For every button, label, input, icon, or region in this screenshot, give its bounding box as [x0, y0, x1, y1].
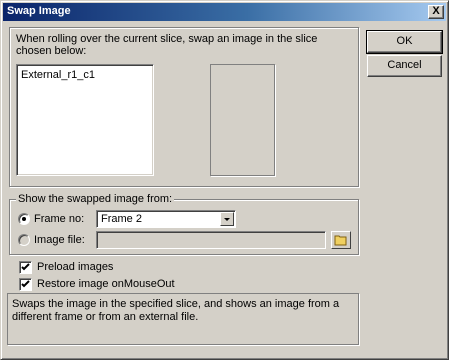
close-icon: X	[432, 5, 440, 17]
frame-select-value: Frame 2	[101, 213, 142, 225]
image-file-radio-label[interactable]: Image file:	[34, 234, 85, 246]
restore-label[interactable]: Restore image onMouseOut	[37, 278, 175, 290]
frame-radio[interactable]	[18, 213, 30, 225]
slice-group: When rolling over the current slice, swa…	[9, 27, 359, 187]
image-file-radio[interactable]	[18, 234, 30, 246]
source-group: Show the swapped image from: Frame no: F…	[9, 193, 359, 255]
folder-icon	[334, 235, 347, 246]
close-button[interactable]: X	[428, 5, 444, 19]
swap-image-dialog: Swap Image X When rolling over the curre…	[0, 0, 449, 360]
frame-select[interactable]: Frame 2	[96, 210, 236, 228]
dialog-title: Swap Image	[7, 5, 71, 17]
check-icon	[21, 280, 30, 288]
cancel-button[interactable]: Cancel	[367, 55, 442, 77]
image-preview	[210, 64, 275, 176]
slice-list[interactable]: External_r1_c1	[16, 64, 154, 176]
frame-radio-label[interactable]: Frame no:	[34, 213, 84, 225]
preload-label[interactable]: Preload images	[37, 261, 113, 273]
description-panel: Swaps the image in the specified slice, …	[7, 293, 359, 345]
description-text: Swaps the image in the specified slice, …	[12, 298, 340, 323]
restore-checkbox[interactable]	[19, 278, 32, 291]
slice-instruction: When rolling over the current slice, swa…	[16, 33, 318, 57]
chevron-down-icon[interactable]	[220, 212, 234, 226]
browse-button[interactable]	[331, 231, 351, 249]
title-bar[interactable]: Swap Image X	[3, 3, 446, 21]
check-icon	[21, 263, 30, 271]
preload-checkbox[interactable]	[19, 261, 32, 274]
list-item[interactable]: External_r1_c1	[21, 69, 95, 81]
source-group-legend: Show the swapped image from:	[16, 193, 175, 205]
image-file-input[interactable]	[96, 231, 326, 249]
ok-button[interactable]: OK	[366, 30, 443, 54]
